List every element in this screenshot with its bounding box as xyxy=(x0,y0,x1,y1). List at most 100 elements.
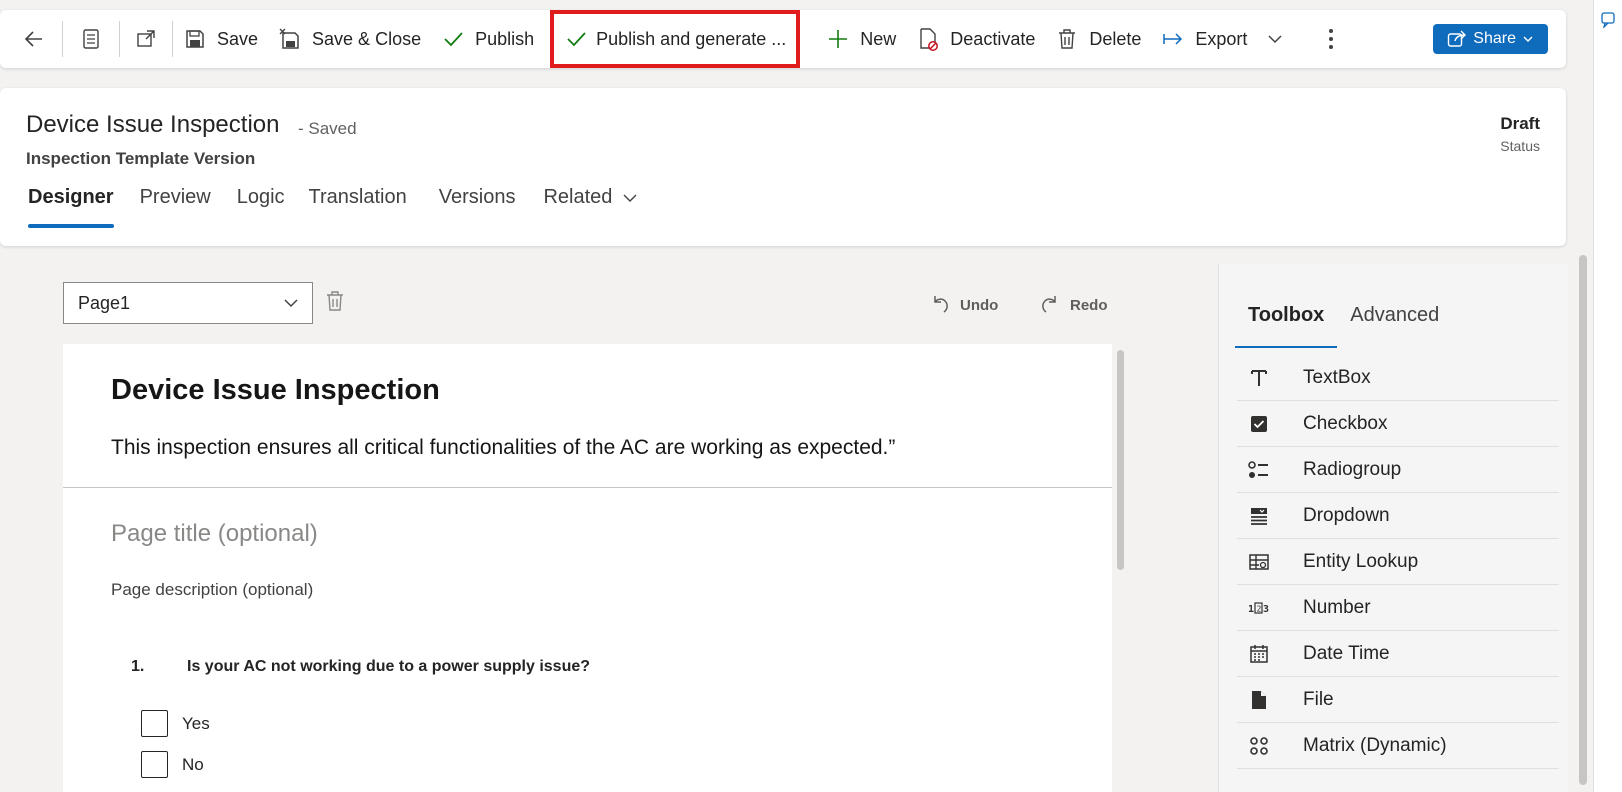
tool-label: TextBox xyxy=(1303,366,1371,388)
chat-icon[interactable] xyxy=(1601,12,1615,28)
tool-radiogroup[interactable]: Radiogroup xyxy=(1237,447,1559,493)
status-label: Status xyxy=(1500,138,1540,154)
publish-button[interactable]: Publish xyxy=(431,10,544,68)
tool-label: Matrix (Dynamic) xyxy=(1303,734,1447,756)
page-select[interactable]: Page1 xyxy=(63,282,313,324)
tool-number[interactable]: 123 Number xyxy=(1237,585,1559,631)
chevron-down-icon xyxy=(1263,27,1287,51)
more-vertical-icon xyxy=(1319,27,1343,51)
record-tabs: Designer Preview Logic Translation Versi… xyxy=(16,180,650,228)
tab-label: Translation xyxy=(308,186,407,208)
calendar-icon xyxy=(1247,642,1271,666)
svg-text:2: 2 xyxy=(1257,604,1262,613)
page-scrollbar[interactable] xyxy=(1579,255,1587,785)
canvas-scrollbar[interactable] xyxy=(1117,350,1124,570)
file-icon xyxy=(1247,688,1271,712)
page-title-input[interactable]: Page title (optional) xyxy=(111,520,318,548)
tool-matrix-dynamic[interactable]: Matrix (Dynamic) xyxy=(1237,723,1559,769)
tab-toolbox[interactable]: Toolbox xyxy=(1235,304,1338,348)
tool-label: Radiogroup xyxy=(1303,458,1402,480)
question-text[interactable]: Is your AC not working due to a power su… xyxy=(187,658,590,676)
document-icon xyxy=(79,27,103,51)
tab-translation[interactable]: Translation xyxy=(297,180,419,228)
dropdown-icon xyxy=(1247,504,1271,528)
share-button[interactable]: Share xyxy=(1433,24,1548,54)
tool-date-time[interactable]: Date Time xyxy=(1237,631,1559,677)
tab-logic[interactable]: Logic xyxy=(225,180,297,228)
toolbox-list: TextBox Checkbox Radiogroup Dropdown Ent… xyxy=(1237,355,1559,769)
toolbox-panel: Toolbox Advanced TextBox Checkbox Radiog… xyxy=(1218,264,1568,792)
command-bar: Save Save & Close Publish Publish and ge… xyxy=(0,10,1566,68)
export-button[interactable]: Export xyxy=(1151,10,1257,68)
tab-label: Advanced xyxy=(1350,304,1440,326)
choice-yes[interactable]: Yes xyxy=(141,710,210,737)
arrow-left-icon xyxy=(22,27,46,51)
share-icon xyxy=(1447,30,1467,48)
deactivate-icon xyxy=(916,27,940,51)
back-button[interactable] xyxy=(0,10,62,68)
save-icon xyxy=(183,27,207,51)
delete-page-button[interactable] xyxy=(326,290,344,317)
checkbox-checked-icon xyxy=(1247,412,1271,436)
page-description-input[interactable]: Page description (optional) xyxy=(111,580,313,600)
open-in-new-window-icon xyxy=(134,27,158,51)
delete-button[interactable]: Delete xyxy=(1045,10,1151,68)
choice-no[interactable]: No xyxy=(141,751,204,778)
redo-button[interactable]: Redo xyxy=(1040,294,1108,316)
svg-text:1: 1 xyxy=(1248,604,1254,615)
save-close-button[interactable]: Save & Close xyxy=(268,10,431,68)
save-label: Save xyxy=(217,28,259,49)
form-title[interactable]: Device Issue Inspection xyxy=(111,374,440,407)
toolbox-tabs: Toolbox Advanced xyxy=(1235,304,1452,348)
tool-textbox[interactable]: TextBox xyxy=(1237,355,1559,401)
trash-icon xyxy=(1055,27,1079,51)
deactivate-label: Deactivate xyxy=(950,28,1036,49)
record-header: Device Issue Inspection - Saved Inspecti… xyxy=(0,88,1566,246)
share-label: Share xyxy=(1473,30,1516,47)
choice-label: Yes xyxy=(182,713,210,733)
tab-advanced[interactable]: Advanced xyxy=(1337,304,1452,348)
record-info-button[interactable] xyxy=(63,10,119,68)
svg-text:3: 3 xyxy=(1263,604,1269,615)
tool-label: Entity Lookup xyxy=(1303,550,1419,572)
chevron-down-icon xyxy=(622,190,638,206)
checkbox[interactable] xyxy=(141,710,168,737)
undo-button[interactable]: Undo xyxy=(930,294,998,316)
delete-label: Delete xyxy=(1089,28,1142,49)
form-description[interactable]: This inspection ensures all critical fun… xyxy=(111,436,895,460)
checkmark-icon xyxy=(564,27,588,51)
save-button[interactable]: Save xyxy=(173,10,268,68)
tool-file[interactable]: File xyxy=(1237,677,1559,723)
tab-label: Logic xyxy=(236,186,285,208)
tab-designer[interactable]: Designer xyxy=(16,180,126,228)
record-title: Device Issue Inspection xyxy=(26,111,280,138)
undo-icon xyxy=(930,294,950,316)
plus-icon xyxy=(826,27,850,51)
tab-preview[interactable]: Preview xyxy=(128,180,223,228)
divider xyxy=(63,487,1112,488)
tab-label: Designer xyxy=(28,186,114,208)
chevron-down-icon xyxy=(1522,33,1534,45)
more-commands-button[interactable] xyxy=(1303,10,1359,68)
tab-related[interactable]: Related xyxy=(531,180,650,228)
tool-entity-lookup[interactable]: Entity Lookup xyxy=(1237,539,1559,585)
save-close-icon xyxy=(278,27,302,51)
tab-versions[interactable]: Versions xyxy=(427,180,528,228)
publish-and-generate-button[interactable]: Publish and generate ... xyxy=(550,10,801,68)
export-arrow-icon xyxy=(1161,27,1185,51)
undo-label: Undo xyxy=(960,296,999,314)
number-icon: 123 xyxy=(1247,596,1271,620)
save-close-label: Save & Close xyxy=(312,28,422,49)
tool-dropdown[interactable]: Dropdown xyxy=(1237,493,1559,539)
tool-label: File xyxy=(1303,688,1334,710)
export-dropdown-button[interactable] xyxy=(1257,10,1303,68)
checkbox[interactable] xyxy=(141,751,168,778)
new-button[interactable]: New xyxy=(816,10,906,68)
tab-label: Preview xyxy=(139,186,211,208)
tool-label: Checkbox xyxy=(1303,412,1388,434)
open-in-new-window-button[interactable] xyxy=(120,10,172,68)
table-lookup-icon xyxy=(1247,550,1271,574)
deactivate-button[interactable]: Deactivate xyxy=(906,10,1045,68)
tool-checkbox[interactable]: Checkbox xyxy=(1237,401,1559,447)
text-t-icon xyxy=(1247,366,1271,390)
